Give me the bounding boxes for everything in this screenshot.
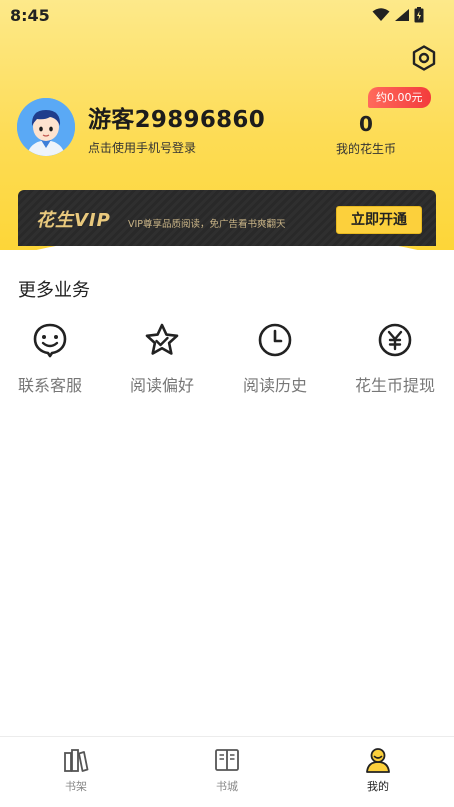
status-time: 8:45: [10, 6, 50, 25]
settings-button[interactable]: [410, 44, 438, 72]
signal-icon: [395, 9, 409, 21]
vip-logo: 花生VIP: [36, 210, 111, 231]
yen-coin-icon: [378, 323, 412, 357]
service-label: 花生币提现: [354, 376, 435, 395]
service-label: 阅读偏好: [129, 376, 194, 395]
profile-icon: [366, 748, 390, 773]
clock-icon: [258, 323, 292, 357]
status-bar: 8:45: [0, 0, 454, 32]
wifi-icon: [372, 8, 390, 21]
service-label: 阅读历史: [242, 376, 307, 395]
services-section-title: 更多业务: [18, 280, 90, 301]
star-icon: [145, 323, 179, 355]
service-customer-support[interactable]: 联系客服: [0, 320, 100, 400]
profile-screen: 8:45 游客29896860 点击使用手机号登录 约0.00元 0 我的花生币…: [0, 0, 454, 807]
battery-icon: [414, 7, 424, 23]
book-open-icon: [215, 749, 239, 771]
username: 游客29896860: [88, 107, 266, 133]
vip-description: VIP尊享品质阅读，免广告看书爽翻天: [128, 219, 286, 230]
coin-value-badge: 约0.00元: [368, 87, 431, 108]
nav-bookstore[interactable]: 书城: [187, 747, 267, 794]
nav-label: 书城: [216, 780, 238, 793]
vip-banner[interactable]: 花生VIP VIP尊享品质阅读，免广告看书爽翻天 立即开通: [18, 190, 436, 246]
bookshelf-icon: [64, 749, 89, 772]
bottom-navigation: 书架 书城 我的: [0, 736, 454, 807]
chat-smile-icon: [33, 323, 67, 358]
vip-open-button[interactable]: 立即开通: [336, 206, 422, 234]
service-reading-history[interactable]: 阅读历史: [225, 320, 325, 400]
avatar[interactable]: [17, 98, 75, 156]
nav-bookshelf[interactable]: 书架: [36, 747, 116, 794]
avatar-illustration-icon: [17, 98, 75, 156]
status-icons: [372, 7, 424, 23]
nav-mine[interactable]: 我的: [338, 747, 418, 794]
service-label: 联系客服: [17, 376, 82, 395]
settings-hexagon-icon: [412, 45, 436, 71]
service-coin-withdraw[interactable]: 花生币提现: [345, 320, 445, 400]
nav-label: 我的: [367, 780, 389, 793]
service-reading-preference[interactable]: 阅读偏好: [112, 320, 212, 400]
coin-label[interactable]: 我的花生币: [330, 140, 402, 157]
coin-count[interactable]: 0: [334, 112, 398, 136]
login-hint-link[interactable]: 点击使用手机号登录: [88, 139, 196, 156]
nav-label: 书架: [65, 780, 87, 793]
